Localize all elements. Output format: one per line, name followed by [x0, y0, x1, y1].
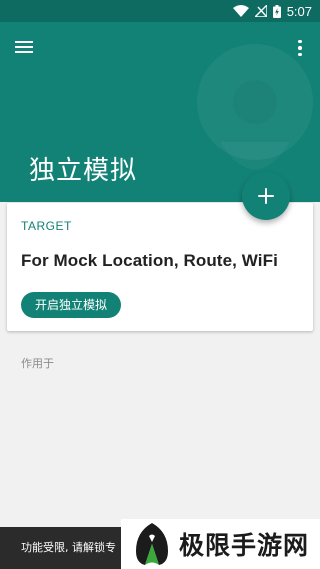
- signal-off-icon: [254, 5, 267, 17]
- watermark-text: 极限手游网: [179, 531, 310, 560]
- section-label: 作用于: [21, 357, 54, 370]
- status-icons: 5:07: [232, 3, 312, 19]
- add-fab-button[interactable]: [242, 172, 290, 220]
- hamburger-menu-icon[interactable]: [14, 37, 36, 59]
- page-title: 独立模拟: [29, 156, 138, 186]
- card-title: For Mock Location, Route, WiFi: [21, 251, 278, 270]
- battery-charging-icon: [272, 4, 281, 18]
- status-bar: 5:07: [0, 0, 320, 22]
- wifi-icon: [232, 5, 249, 17]
- enable-standalone-mock-button[interactable]: 开启独立模拟: [21, 292, 122, 318]
- more-vertical-icon[interactable]: [294, 37, 306, 59]
- target-card: TARGET For Mock Location, Route, WiFi 开启…: [7, 203, 313, 331]
- toast-message: 功能受限, 请解锁专: [0, 527, 125, 569]
- plus-icon: [258, 188, 274, 204]
- watermark-logo-icon: [136, 523, 168, 565]
- status-time: 5:07: [286, 3, 312, 19]
- watermark: 极限手游网: [121, 519, 320, 569]
- card-overline: TARGET: [21, 219, 72, 233]
